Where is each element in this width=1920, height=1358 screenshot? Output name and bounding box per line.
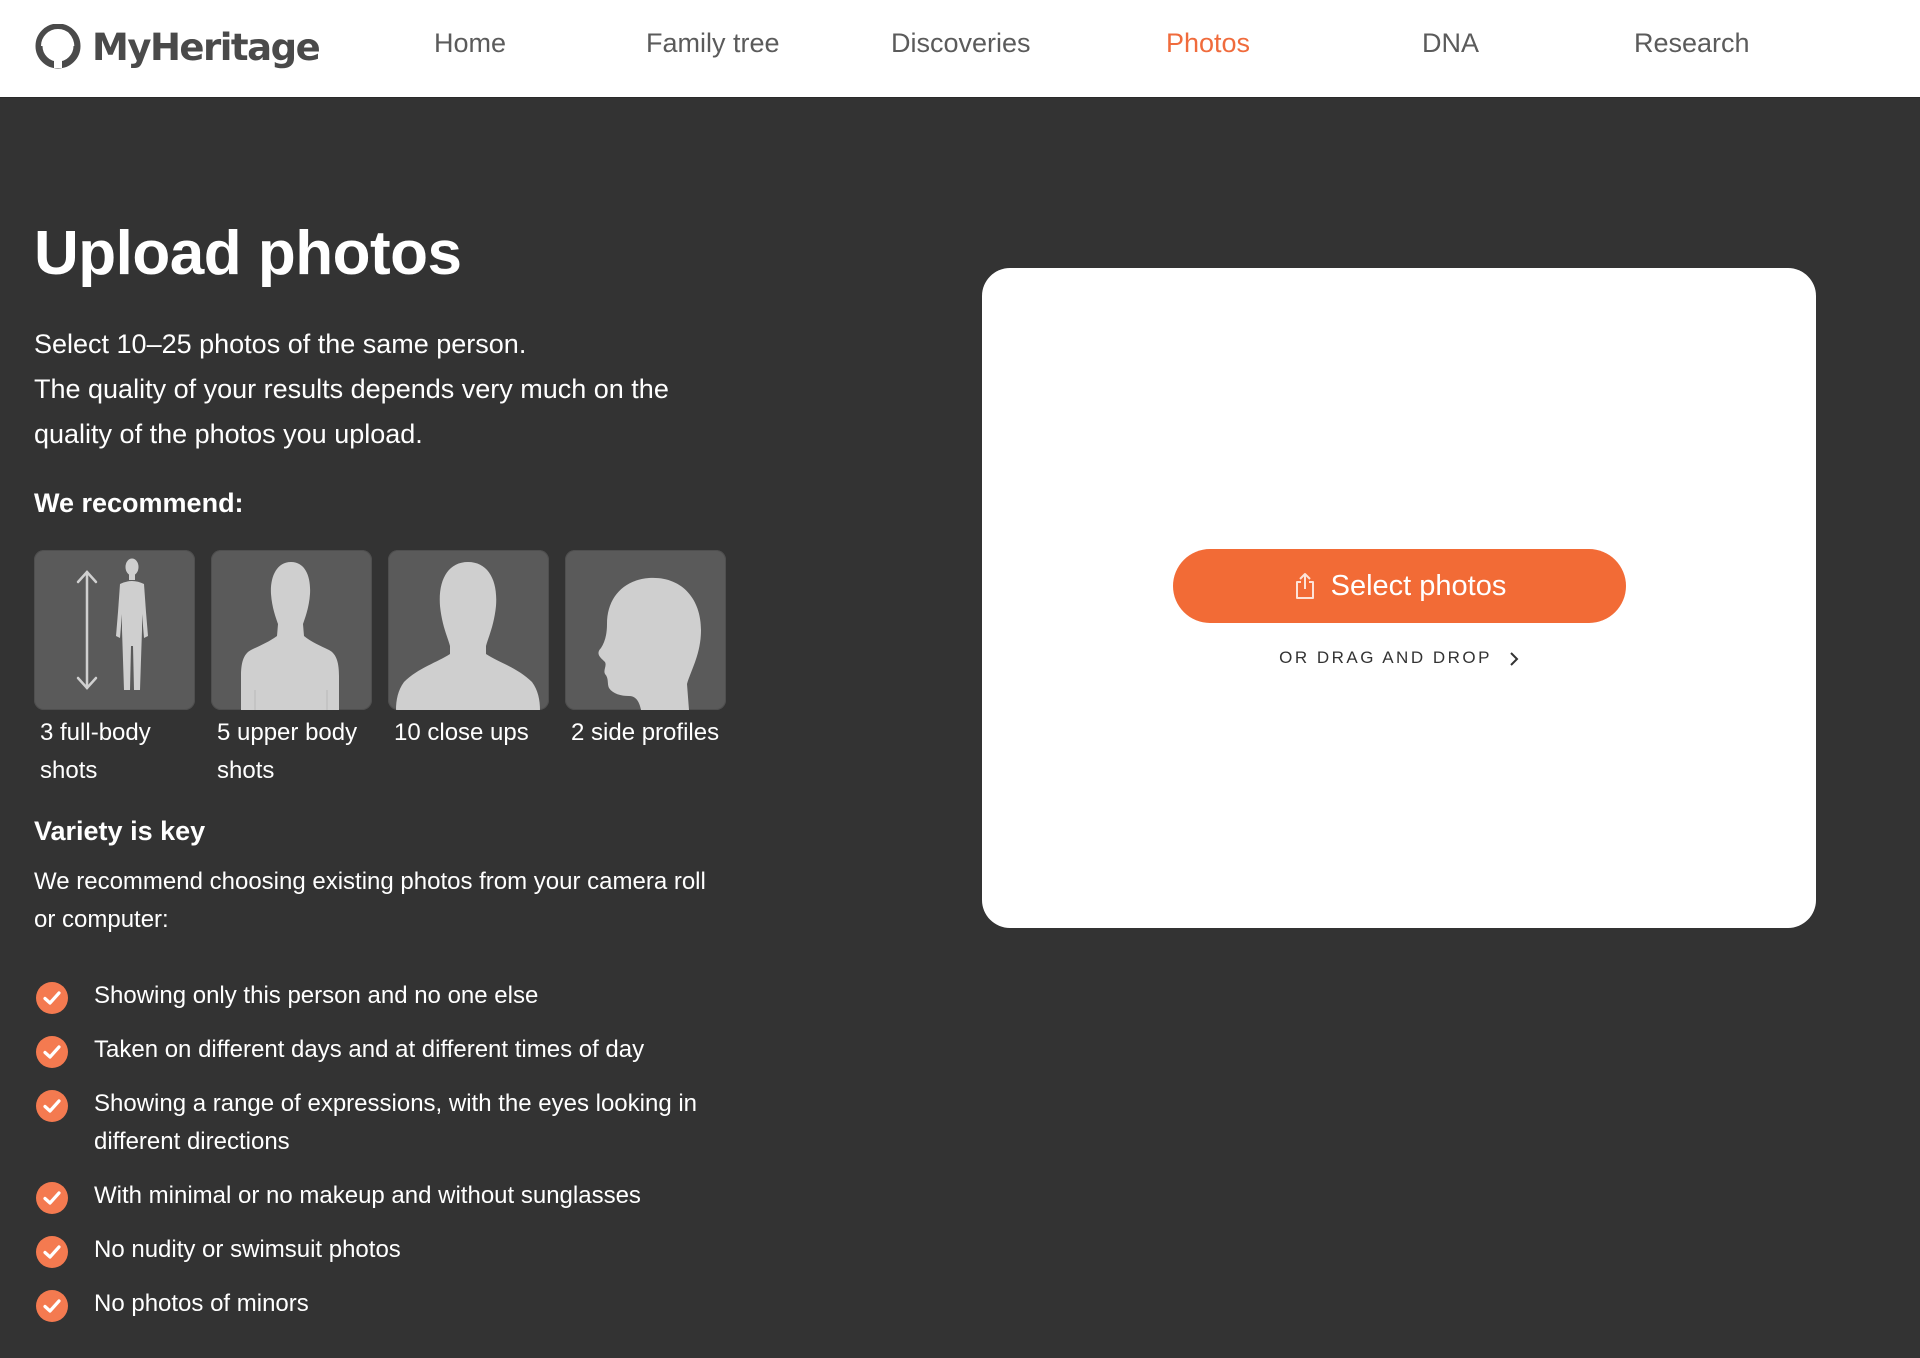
checklist-item: No nudity or swimsuit photos [36,1231,756,1269]
checklist-item: No photos of minors [36,1285,756,1323]
select-photos-button[interactable]: Select photos [1173,549,1626,623]
shot-label: 3 full-body shots [40,719,151,784]
nav-research[interactable]: Research [1634,28,1750,59]
full-body-silhouette-icon [76,558,148,690]
checklist-item: Taken on different days and at different… [36,1031,756,1069]
intro-line: The quality of your results depends very… [34,374,669,404]
checklist-item: Showing a range of expressions, with the… [36,1085,756,1161]
intro-line: quality of the photos you upload. [34,419,423,449]
checkmark-circle-icon [36,1036,68,1068]
shot-label: 10 close ups [394,719,529,746]
myheritage-logo-icon [35,24,81,69]
checkmark-circle-icon [36,1090,68,1122]
myheritage-logo[interactable]: MyHeritage [34,24,321,70]
shot-label: 2 side profiles [571,719,720,746]
checkmark-circle-icon [36,1182,68,1214]
drag-and-drop-link[interactable]: OR DRAG AND DROP [982,648,1816,668]
intro-text: Select 10–25 photos of the same person. … [34,322,754,457]
variety-heading: Variety is key [34,816,206,846]
checkmark-circle-icon [36,1290,68,1322]
shot-card-side-profile: 2 side profiles [565,550,726,790]
chevron-right-icon [1510,651,1519,666]
variety-description: We recommend choosing existing photos fr… [34,868,706,933]
recommend-heading: We recommend: [34,488,244,518]
nav-home[interactable]: Home [434,28,506,59]
top-header: MyHeritage Home Family tree Discoveries … [0,0,1920,98]
checkmark-circle-icon [36,1236,68,1268]
logo-text: MyHeritage [92,25,321,69]
upload-share-icon [1295,573,1314,599]
close-up-silhouette-icon [396,562,540,710]
checklist-item: With minimal or no makeup and without su… [36,1177,756,1215]
shot-card-close-up: 10 close ups [388,550,549,790]
shot-label: 5 upper body shots [217,719,358,784]
checkmark-circle-icon [36,982,68,1014]
nav-photos[interactable]: Photos [1166,28,1250,59]
nav-family-tree[interactable]: Family tree [646,28,780,59]
shot-card-upper-body: 5 upper body shots [211,550,372,790]
intro-line: Select 10–25 photos of the same person. [34,329,527,359]
upload-dropzone[interactable]: Select photos OR DRAG AND DROP [982,268,1816,928]
side-profile-silhouette-icon [598,577,701,710]
photo-checklist: Showing only this person and no one else… [36,977,756,1339]
select-photos-label: Select photos [1330,569,1507,602]
nav-discoveries[interactable]: Discoveries [891,28,1031,59]
page-title: Upload photos [34,219,462,288]
nav-dna[interactable]: DNA [1422,28,1479,59]
checklist-item: Showing only this person and no one else [36,977,756,1015]
upper-body-silhouette-icon [241,562,339,710]
shot-card-full-body: 3 full-body shots [34,550,195,790]
recommended-shots: 3 full-body shots 5 upper body shots 10 … [34,550,726,790]
